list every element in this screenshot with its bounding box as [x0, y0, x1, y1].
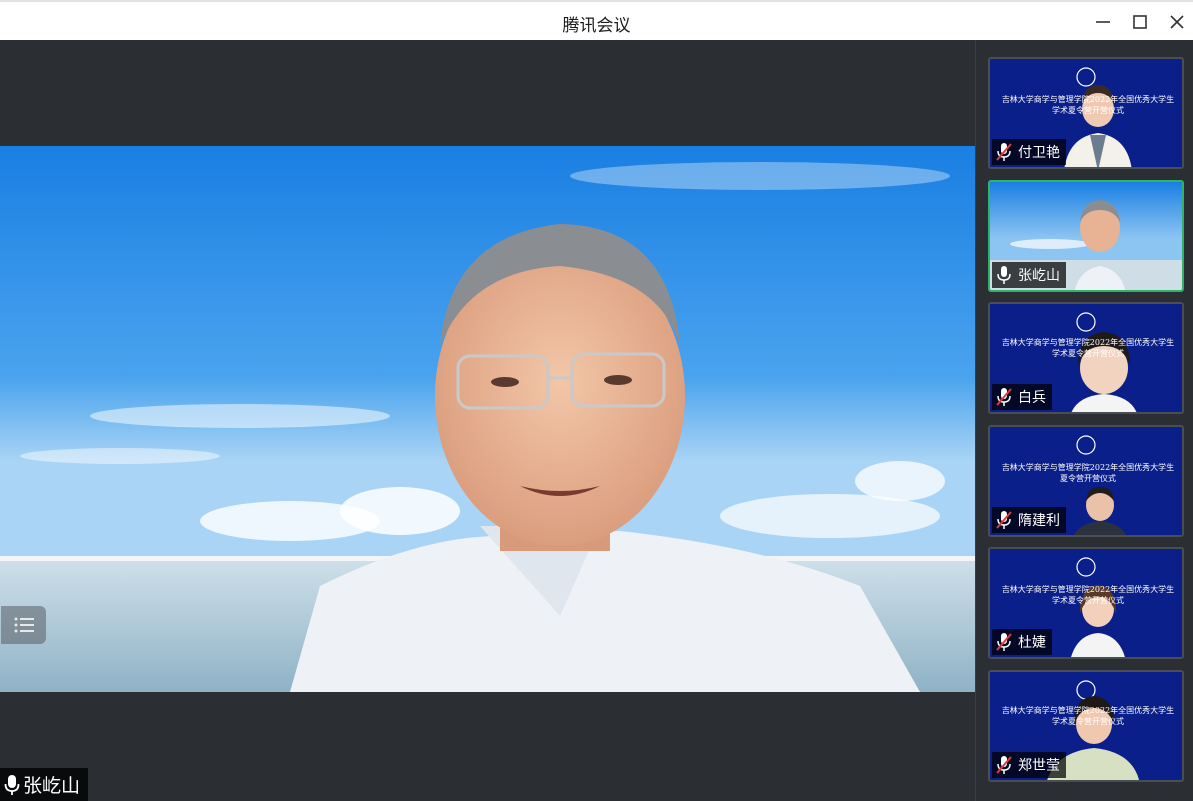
participant-name: 付卫艳 — [1018, 145, 1060, 161]
list-icon — [14, 617, 34, 633]
participant-name: 白兵 — [1018, 390, 1046, 406]
maximize-icon — [1133, 15, 1147, 29]
banner-title-line: 学术夏令营开营仪式 — [1052, 717, 1124, 726]
participant-tile[interactable]: 吉林大学商学与管理学院2022年全国优秀大学生 学术夏令营开营仪式 杜婕 — [988, 547, 1184, 659]
mic-muted-icon — [994, 142, 1014, 162]
participant-name-tag: 白兵 — [992, 384, 1052, 410]
banner-title-line: 吉林大学商学与管理学院2022年全国优秀大学生 — [1001, 463, 1175, 472]
mic-muted-icon — [994, 387, 1014, 407]
banner-title-line: 吉林大学商学与管理学院2022年全国优秀大学生 — [1001, 706, 1175, 715]
participant-name-tag: 张屹山 — [992, 262, 1066, 288]
participant-name-tag: 付卫艳 — [992, 139, 1066, 165]
participant-tile-active[interactable]: 张屹山 — [988, 180, 1184, 292]
microphone-icon — [4, 774, 20, 795]
participant-tile[interactable]: 吉林大学商学与管理学院2022年全国优秀大学生 学术夏令营开营仪式 白兵 — [988, 302, 1184, 414]
participant-name-tag: 隋建利 — [992, 507, 1066, 533]
main-stage: 张屹山 — [0, 40, 975, 801]
title-bar: 腾讯会议 — [0, 0, 1193, 40]
window-title: 腾讯会议 — [562, 16, 631, 36]
participant-tile[interactable]: 吉林大学商学与管理学院2022年全国优秀大学生 夏令营开营仪式 隋建利 — [988, 425, 1184, 537]
minimize-icon — [1096, 21, 1110, 23]
mic-muted-icon — [994, 632, 1014, 652]
banner-title-line: 吉林大学商学与管理学院2022年全国优秀大学生 — [1001, 585, 1175, 594]
banner-title-line: 吉林大学商学与管理学院2022年全国优秀大学生 — [1001, 338, 1175, 347]
participant-name: 张屹山 — [1018, 268, 1060, 284]
participant-name: 隋建利 — [1018, 513, 1060, 529]
participant-name-tag: 杜婕 — [992, 629, 1052, 655]
participant-tile[interactable]: 吉林大学商学与管理学院2022年全国优秀大学生 学术夏令营开营仪式 付卫艳 — [988, 57, 1184, 169]
banner-title-line: 学术夏令营开营仪式 — [1052, 349, 1124, 358]
close-icon — [1170, 15, 1184, 29]
main-video[interactable] — [0, 146, 975, 692]
microphone-icon — [994, 265, 1014, 285]
participant-name: 郑世莹 — [1018, 758, 1060, 774]
main-speaker-name: 张屹山 — [23, 775, 81, 797]
participant-list-toggle-button[interactable] — [1, 606, 46, 644]
banner-title-line: 学术夏令营开营仪式 — [1052, 596, 1124, 605]
close-button[interactable] — [1162, 8, 1192, 36]
participant-tile[interactable]: 吉林大学商学与管理学院2022年全国优秀大学生 学术夏令营开营仪式 郑世莹 — [988, 670, 1184, 782]
banner-title-line: 夏令营开营仪式 — [1060, 474, 1116, 483]
banner-title-line: 吉林大学商学与管理学院2022年全国优秀大学生 — [1001, 95, 1175, 104]
main-speaker-name-tag: 张屹山 — [0, 768, 89, 801]
participant-sidebar: 吉林大学商学与管理学院2022年全国优秀大学生 学术夏令营开营仪式 付卫艳 张屹… — [975, 40, 1193, 801]
banner-title-line: 学术夏令营开营仪式 — [1052, 106, 1124, 115]
maximize-button[interactable] — [1125, 8, 1155, 36]
participant-name: 杜婕 — [1018, 635, 1046, 651]
speaker-video-frame — [0, 146, 975, 692]
minimize-button[interactable] — [1088, 8, 1118, 36]
mic-muted-icon — [994, 755, 1014, 775]
participant-name-tag: 郑世莹 — [992, 752, 1066, 778]
mic-muted-icon — [994, 510, 1014, 530]
